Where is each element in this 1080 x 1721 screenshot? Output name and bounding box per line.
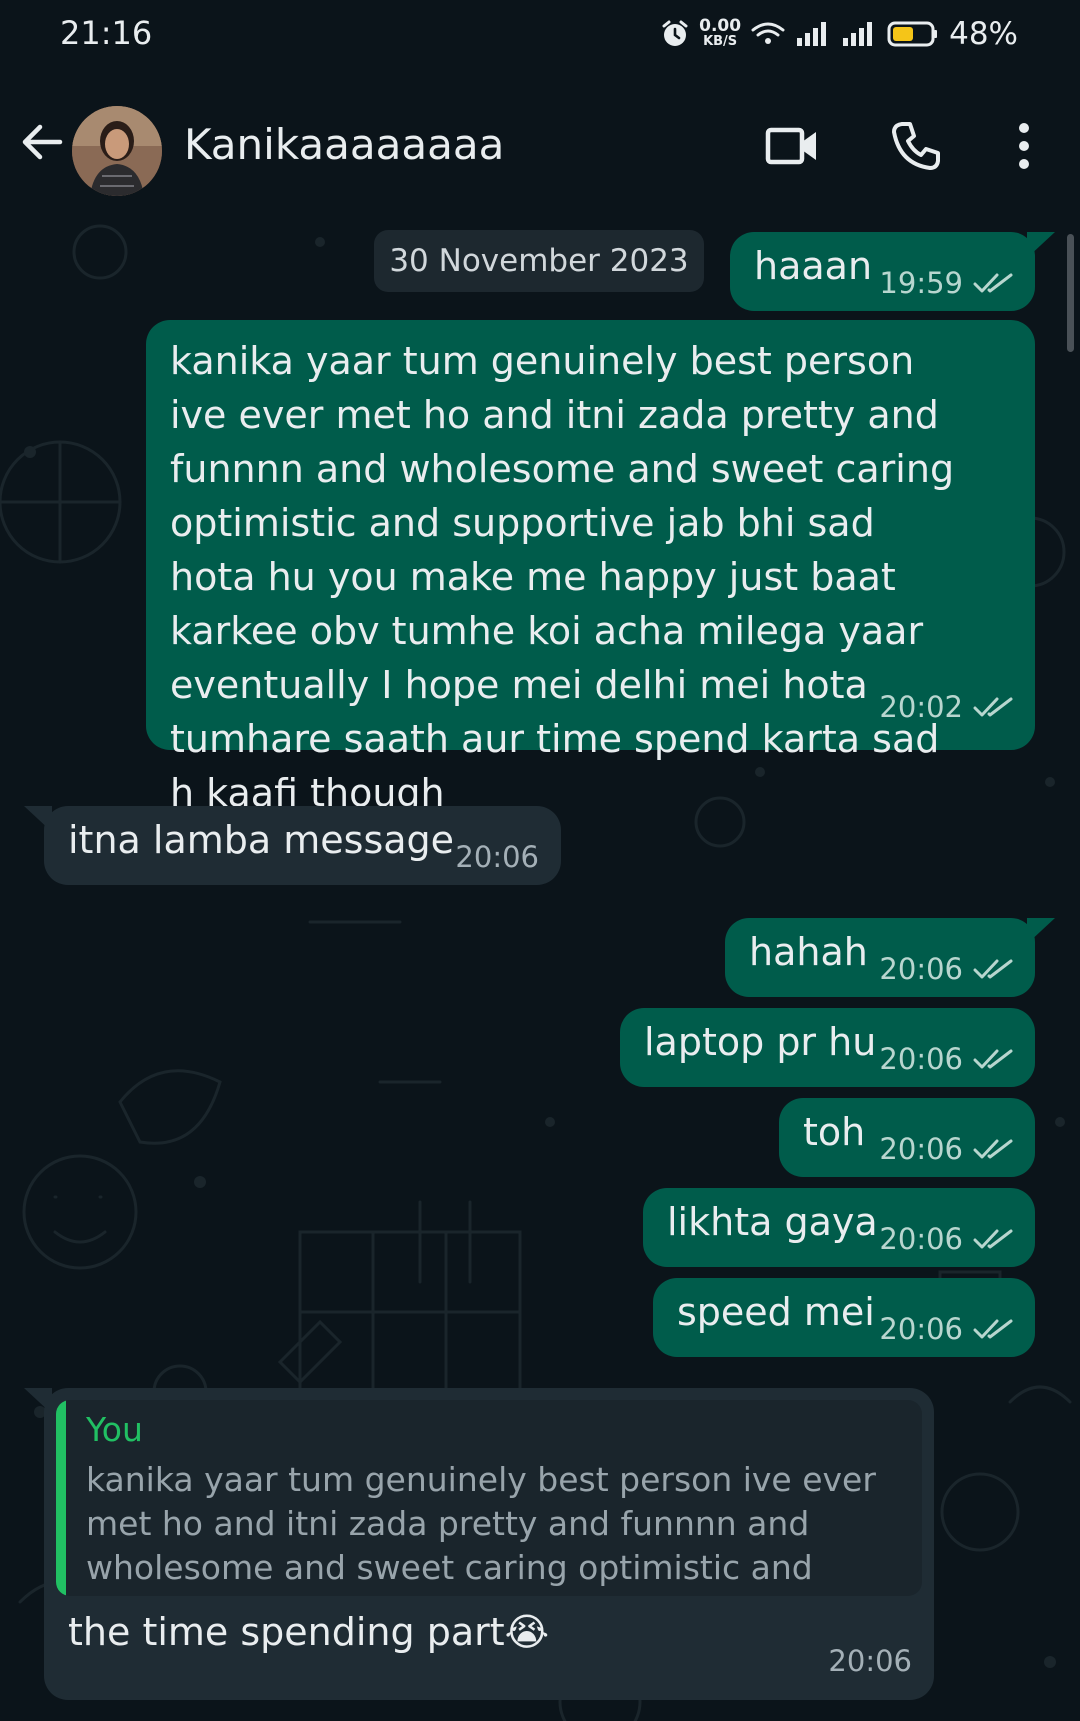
message-meta: 20:06: [879, 952, 1013, 986]
signal-icon: [843, 22, 873, 46]
network-speed-unit: KB/S: [703, 34, 738, 49]
bubble-tail: [24, 1388, 52, 1414]
message-meta: 20:06: [879, 1222, 1013, 1256]
message-meta: 20:06: [828, 1644, 912, 1678]
status-icons: 0.00 KB/S 48%: [661, 12, 1018, 56]
battery-percent: 48%: [949, 16, 1018, 52]
double-check-icon: [973, 1229, 1013, 1249]
bubble-tail: [1027, 918, 1055, 944]
message-body: the time spending part😭: [68, 1610, 549, 1654]
avatar[interactable]: [72, 106, 162, 196]
double-check-icon: [973, 1319, 1013, 1339]
message-text: hahah: [749, 930, 868, 974]
message-text: itna lamba message: [68, 818, 455, 862]
bubble-tail: [1027, 232, 1055, 258]
scrollbar[interactable]: [1067, 234, 1074, 352]
message-time: 20:02: [879, 690, 963, 724]
chat-area[interactable]: 30 November 2023 haaan 19:59 kanika yaar…: [0, 222, 1080, 1721]
message-outgoing[interactable]: likhta gaya 20:06: [643, 1188, 1035, 1267]
date-divider: 30 November 2023: [374, 230, 704, 292]
signal-icon: [797, 22, 827, 46]
avatar-image: [72, 106, 162, 196]
network-speed-value: 0.00: [699, 16, 742, 36]
message-time: 19:59: [879, 266, 963, 300]
double-check-icon: [973, 273, 1013, 293]
message-text: the time spending part: [68, 1610, 505, 1654]
network-speed: 0.00 KB/S: [699, 16, 742, 50]
message-time: 20:06: [879, 1132, 963, 1166]
double-check-icon: [973, 959, 1013, 979]
message-text: toh: [803, 1110, 866, 1154]
message-outgoing[interactable]: speed mei 20:06: [653, 1278, 1035, 1357]
message-text: likhta gaya: [667, 1200, 878, 1244]
message-outgoing[interactable]: kanika yaar tum genuinely best person iv…: [146, 320, 1035, 815]
double-check-icon: [973, 1049, 1013, 1069]
message-time: 20:06: [455, 840, 539, 874]
message-incoming-reply[interactable]: You kanika yaar tum genuinely best perso…: [24, 1388, 934, 1700]
wifi-icon: [751, 22, 785, 44]
quoted-message[interactable]: You kanika yaar tum genuinely best perso…: [56, 1400, 922, 1596]
message-time: 20:06: [828, 1644, 912, 1678]
message-meta: 19:59: [879, 266, 1013, 300]
message-time: 20:06: [879, 1312, 963, 1346]
message-time: 20:06: [879, 952, 963, 986]
quote-accent-bar: [56, 1400, 66, 1596]
contact-name[interactable]: Kanikaaaaaaaa: [184, 120, 504, 169]
message-meta: 20:06: [455, 840, 539, 874]
status-time: 21:16: [60, 14, 153, 52]
message-time: 20:06: [879, 1042, 963, 1076]
back-arrow-icon[interactable]: [18, 118, 66, 166]
message-time: 20:06: [879, 1222, 963, 1256]
message-text: speed mei: [677, 1290, 875, 1334]
message-meta: 20:06: [879, 1312, 1013, 1346]
message-outgoing[interactable]: toh 20:06: [779, 1098, 1035, 1177]
status-bar: 21:16 0.00 KB/S 48%: [0, 0, 1080, 70]
message-text: kanika yaar tum genuinely best person iv…: [170, 339, 955, 815]
more-options-icon[interactable]: [996, 118, 1052, 174]
message-meta: 20:02: [879, 690, 1013, 724]
quote-author: You: [86, 1410, 143, 1449]
message-meta: 20:06: [879, 1132, 1013, 1166]
battery-icon: [887, 21, 938, 47]
message-outgoing[interactable]: laptop pr hu 20:06: [620, 1008, 1035, 1087]
message-incoming[interactable]: itna lamba message 20:06: [24, 806, 561, 885]
message-outgoing[interactable]: hahah 20:06: [725, 918, 1055, 997]
message-text: haaan: [754, 244, 873, 288]
message-text: laptop pr hu: [644, 1020, 877, 1064]
double-check-icon: [973, 1139, 1013, 1159]
crying-emoji: 😭: [504, 1610, 550, 1654]
message-outgoing[interactable]: haaan 19:59: [730, 232, 1055, 311]
double-check-icon: [973, 697, 1013, 717]
video-call-icon[interactable]: [764, 118, 820, 174]
chat-header: Kanikaaaaaaaa: [0, 70, 1080, 222]
alarm-icon: [662, 20, 688, 46]
message-meta: 20:06: [879, 1042, 1013, 1076]
bubble-tail: [24, 806, 52, 832]
phone-icon[interactable]: [888, 118, 944, 174]
quote-text: kanika yaar tum genuinely best person iv…: [86, 1460, 876, 1596]
